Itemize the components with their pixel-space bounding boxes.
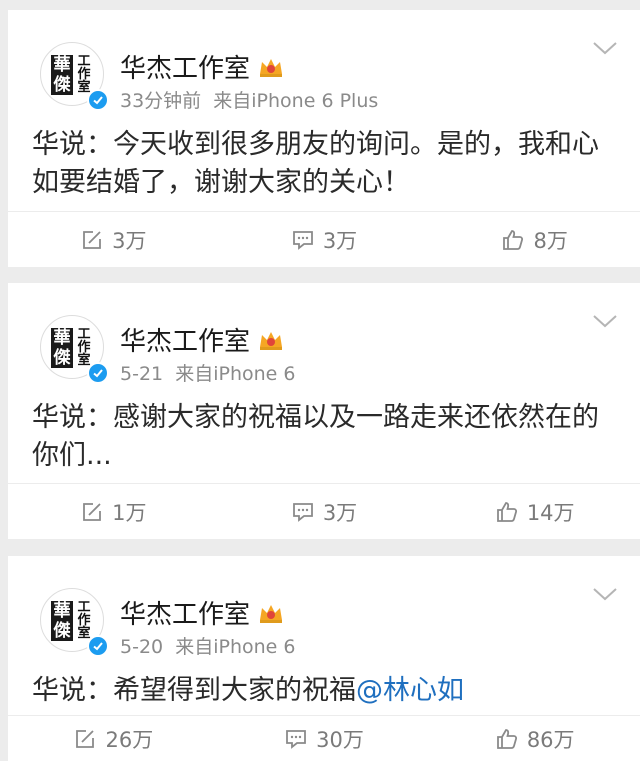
crown-badge-icon <box>260 331 283 350</box>
crown-badge-icon <box>260 58 283 77</box>
comment-icon <box>286 729 307 749</box>
verified-badge-icon <box>87 635 109 657</box>
author-name[interactable]: 华杰工作室 <box>120 321 250 358</box>
post-meta: 5-20 来自iPhone 6 <box>120 636 296 658</box>
like-button[interactable]: 8万 <box>429 212 640 267</box>
post-meta: 33分钟前 来自iPhone 6 Plus <box>120 90 379 112</box>
comment-icon <box>292 230 313 250</box>
like-button[interactable]: 86万 <box>429 716 640 761</box>
repost-icon <box>76 729 95 748</box>
studio-logo: 華傑 工作室 <box>49 53 97 97</box>
chevron-down-icon[interactable] <box>592 40 618 56</box>
crown-badge-icon <box>260 604 283 623</box>
repost-button[interactable]: 3万 <box>8 212 219 267</box>
comment-button[interactable]: 3万 <box>219 484 430 539</box>
like-button[interactable]: 14万 <box>429 484 640 539</box>
repost-button[interactable]: 26万 <box>8 716 219 761</box>
thumbs-up-icon <box>503 229 524 250</box>
author-name[interactable]: 华杰工作室 <box>120 48 250 85</box>
avatar[interactable]: 華傑 工作室 <box>40 42 109 111</box>
chevron-down-icon[interactable] <box>592 313 618 329</box>
avatar[interactable]: 華傑 工作室 <box>40 588 109 657</box>
comment-icon <box>292 502 313 522</box>
chevron-down-icon[interactable] <box>592 586 618 602</box>
studio-logo: 華傑 工作室 <box>49 326 97 370</box>
post-meta: 5-21 来自iPhone 6 <box>120 363 296 385</box>
post-card: 華傑 工作室 华杰工作室 33分钟前 来自iPhone 6 Plus 华说：今天… <box>8 10 640 267</box>
comment-button[interactable]: 3万 <box>219 212 430 267</box>
post-card: 華傑 工作室 华杰工作室 5-20 来自iPhone 6 华说：希望得到大家的祝… <box>8 556 640 761</box>
post-text: 华说：今天收到很多朋友的询问。是的，我和心如要结婚了，谢谢大家的关心！ <box>32 129 599 198</box>
post-card: 華傑 工作室 华杰工作室 5-21 来自iPhone 6 华说：感谢大家的祝福以… <box>8 283 640 539</box>
thumbs-up-icon <box>496 728 517 749</box>
mention-link[interactable]: @林心如 <box>356 675 464 706</box>
avatar[interactable]: 華傑 工作室 <box>40 315 109 384</box>
thumbs-up-icon <box>496 501 517 522</box>
comment-button[interactable]: 30万 <box>219 716 430 761</box>
author-name[interactable]: 华杰工作室 <box>120 594 250 631</box>
repost-button[interactable]: 1万 <box>8 484 219 539</box>
verified-badge-icon <box>87 89 109 111</box>
studio-logo: 華傑 工作室 <box>49 599 97 643</box>
repost-icon <box>83 502 102 521</box>
post-text: 华说：希望得到大家的祝福@林心如 <box>32 675 464 706</box>
repost-icon <box>83 230 102 249</box>
post-text: 华说：感谢大家的祝福以及一路走来还依然在的你们... <box>32 402 599 471</box>
verified-badge-icon <box>87 362 109 384</box>
